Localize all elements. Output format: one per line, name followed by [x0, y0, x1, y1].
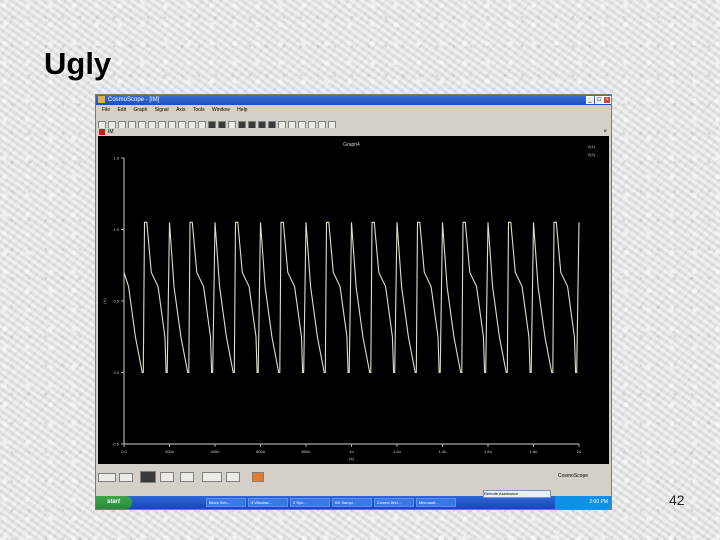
graph-title: Graph4 [343, 142, 360, 148]
x-tick-label: 2u [577, 449, 581, 454]
y-tick-label: 1.0 [113, 227, 119, 232]
x-tick-label: 0.0 [121, 449, 127, 454]
waveform-trace-v1 [123, 221, 580, 374]
x-tick-label: 400n [211, 449, 220, 454]
y-tick-label: -0.5 [112, 442, 120, 447]
x-axis-label: (s) [349, 456, 354, 461]
graph-icon[interactable] [140, 471, 156, 483]
y-tick-label: 0.5 [113, 299, 119, 304]
app-window: CosmoScope - [IM] _ □ × File Edit Graph … [96, 95, 611, 509]
graph-area[interactable]: Graph4 V(1) V(2) 1.5 1.0 0.5 0.0 -0.5 0.0 200n 400… [98, 136, 609, 464]
maximize-button[interactable]: □ [595, 96, 603, 104]
x-tick-label: 1.4u [439, 449, 447, 454]
taskbar-item[interactable]: BX Sampl... [332, 498, 372, 507]
y-tick-label: 1.5 [113, 156, 119, 161]
menu-tools[interactable]: Tools [193, 107, 205, 113]
table-tool-icon[interactable] [226, 472, 240, 482]
scroll-icon[interactable] [98, 473, 116, 482]
cosmoscope-logo: CosmoScope [558, 473, 589, 479]
menu-help[interactable]: Help [237, 107, 247, 113]
matlab-icon[interactable] [252, 472, 264, 482]
close-button[interactable]: × [603, 96, 611, 104]
document-icon [99, 129, 105, 135]
x-tick-label: 800n [302, 449, 311, 454]
menu-edit[interactable]: Edit [117, 107, 126, 113]
menu-axis[interactable]: Axis [176, 107, 185, 113]
x-tick-label: 1.6u [484, 449, 492, 454]
app-icon [98, 96, 105, 103]
sweep-icon[interactable] [180, 472, 194, 482]
menu-signal[interactable]: Signal [155, 107, 169, 113]
x-tick-label: 1.2u [393, 449, 401, 454]
minimize-button[interactable]: _ [586, 96, 594, 104]
taskbar-item[interactable]: 2 Syn... [290, 498, 330, 507]
document-close-icon[interactable]: × [603, 128, 607, 136]
slide-number: 42 [669, 492, 685, 508]
menu-graph[interactable]: Graph [133, 107, 147, 113]
y-tick-label: 0.0 [113, 370, 119, 375]
taskbar-item[interactable]: Microsoft... [416, 498, 456, 507]
x-tick-label: 1.8u [530, 449, 538, 454]
measure-tool-icon[interactable] [202, 472, 222, 482]
taskbar-item[interactable]: 3 Window... [248, 498, 288, 507]
window-title: CosmoScope - [IM] [108, 97, 160, 103]
slide-title: Ugly [44, 46, 112, 81]
menu-window[interactable]: Window [212, 107, 230, 113]
calculator-tool-icon[interactable] [160, 472, 174, 482]
bottom-toolbar: CosmoScope [98, 468, 609, 486]
legend-sublabel: V(2) [587, 152, 595, 157]
window-titlebar: CosmoScope - [IM] _ □ × [96, 95, 611, 105]
start-button[interactable]: start [96, 496, 132, 509]
taskbar-item[interactable]: Block Sch... [206, 498, 246, 507]
document-tab-label: IM [108, 129, 114, 135]
x-tick-label: 200n [165, 449, 174, 454]
legend-label: V(1) [587, 144, 595, 149]
menu-file[interactable]: File [102, 107, 110, 113]
y-axis-label: (V) [102, 298, 107, 304]
x-tick-label: 1u [349, 449, 353, 454]
notification-balloon[interactable]: Remote Assistance [483, 490, 551, 498]
taskbar-item[interactable]: Cosmo Wel... [374, 498, 414, 507]
menu-bar: File Edit Graph Signal Axis Tools Window… [96, 106, 611, 115]
system-tray-clock[interactable]: 2:00 PM [555, 496, 611, 509]
toolbar [98, 116, 383, 129]
waveform-chart[interactable]: Graph4 V(1)V(2)1.51.00.50.0-0.50.0 200n 400… [98, 136, 609, 464]
x-tick-label: 600n [256, 449, 265, 454]
pencil-icon[interactable] [119, 473, 133, 482]
